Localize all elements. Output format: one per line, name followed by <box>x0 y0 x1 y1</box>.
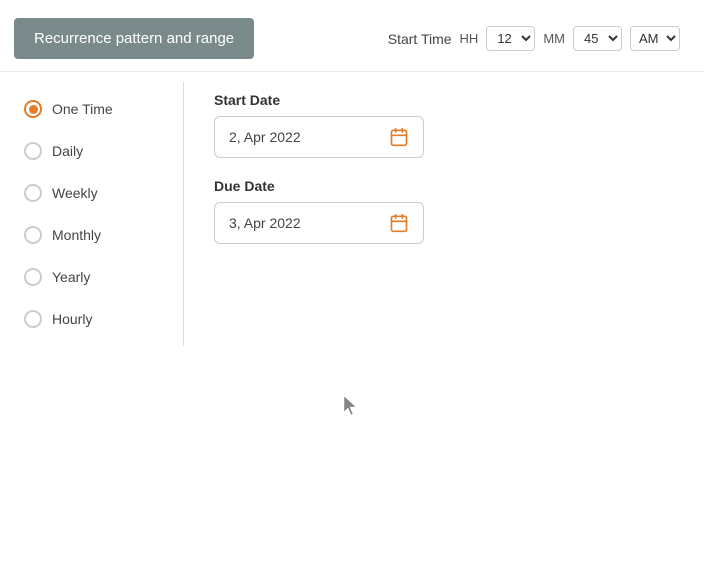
cursor-area <box>0 356 704 456</box>
start-date-group: Start Date 2, Apr 2022 <box>214 92 660 158</box>
label-one-time: One Time <box>52 101 113 117</box>
recurrence-option-daily[interactable]: Daily <box>14 134 183 168</box>
due-date-input[interactable]: 3, Apr 2022 <box>214 202 424 244</box>
label-hourly: Hourly <box>52 311 92 327</box>
am-pm-select[interactable]: AM PM <box>630 26 680 51</box>
mouse-cursor <box>344 396 360 416</box>
label-weekly: Weekly <box>52 185 98 201</box>
calendar-icon-start <box>389 127 409 147</box>
recurrence-option-yearly[interactable]: Yearly <box>14 260 183 294</box>
recurrence-list: One Time Daily Weekly Monthly Yearly Hou <box>14 82 184 346</box>
mm-select[interactable]: 45 001530 <box>573 26 622 51</box>
label-monthly: Monthly <box>52 227 101 243</box>
start-date-input[interactable]: 2, Apr 2022 <box>214 116 424 158</box>
app-container: Recurrence pattern and range Start Time … <box>0 0 704 456</box>
label-yearly: Yearly <box>52 269 90 285</box>
radio-daily[interactable] <box>24 142 42 160</box>
recurrence-option-monthly[interactable]: Monthly <box>14 218 183 252</box>
hh-select[interactable]: 12 123 456 789 1011 <box>486 26 535 51</box>
recurrence-option-weekly[interactable]: Weekly <box>14 176 183 210</box>
due-date-group: Due Date 3, Apr 2022 <box>214 178 660 244</box>
main-content: One Time Daily Weekly Monthly Yearly Hou <box>0 71 704 356</box>
start-time-label: Start Time <box>388 31 452 47</box>
hh-label: HH <box>460 31 479 46</box>
recurrence-option-hourly[interactable]: Hourly <box>14 302 183 336</box>
radio-yearly[interactable] <box>24 268 42 286</box>
recurrence-option-one-time[interactable]: One Time <box>14 92 183 126</box>
date-section: Start Date 2, Apr 2022 Due Date 3, Apr 2… <box>184 82 690 346</box>
radio-weekly[interactable] <box>24 184 42 202</box>
mm-label: MM <box>543 31 565 46</box>
page-title: Recurrence pattern and range <box>14 18 254 59</box>
radio-hourly[interactable] <box>24 310 42 328</box>
due-date-label: Due Date <box>214 178 660 194</box>
calendar-icon-due <box>389 213 409 233</box>
start-date-label: Start Date <box>214 92 660 108</box>
start-date-value: 2, Apr 2022 <box>229 129 301 145</box>
label-daily: Daily <box>52 143 83 159</box>
radio-one-time[interactable] <box>24 100 42 118</box>
due-date-value: 3, Apr 2022 <box>229 215 301 231</box>
header: Recurrence pattern and range Start Time … <box>0 0 704 71</box>
start-time-section: Start Time HH 12 123 456 789 1011 MM 45 … <box>388 26 680 51</box>
radio-monthly[interactable] <box>24 226 42 244</box>
